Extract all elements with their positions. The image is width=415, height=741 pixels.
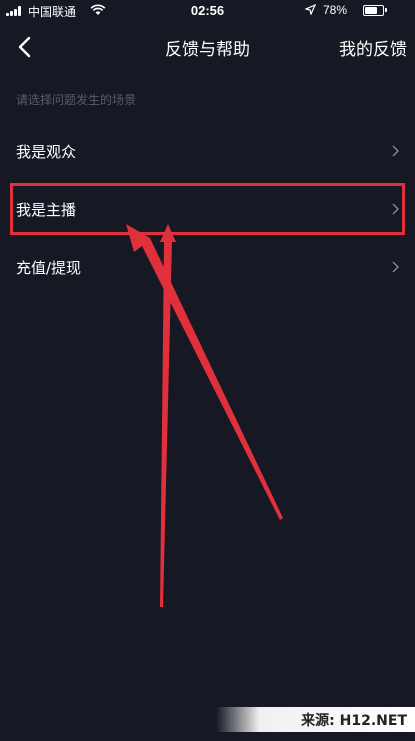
battery-icon (363, 5, 384, 16)
battery-percent: 78% (323, 3, 348, 17)
my-feedback-button[interactable]: 我的反馈 (339, 35, 407, 60)
scene-prompt: 请选择问题发生的场景 (16, 93, 137, 107)
option-label: 充值/提现 (16, 259, 82, 277)
nav-bar: 反馈与帮助 我的反馈 (0, 22, 415, 72)
option-audience[interactable]: 我是观众 (0, 122, 415, 180)
watermark-text: 来源: H12.NET (301, 713, 407, 729)
location-arrow-icon (305, 4, 316, 15)
battery-tip (385, 8, 387, 12)
annotation-arrows (126, 224, 283, 607)
chevron-right-icon (392, 145, 399, 157)
source-watermark: 来源: H12.NET (216, 707, 415, 732)
status-time: 02:56 (190, 3, 225, 18)
status-bar: 中国联通 02:56 78% (0, 0, 415, 22)
battery-level-fill (365, 7, 377, 14)
annotation-highlight-box (10, 183, 405, 235)
option-label: 我是观众 (16, 143, 77, 161)
option-recharge-withdraw[interactable]: 充值/提现 (0, 238, 415, 296)
chevron-right-icon (392, 261, 399, 273)
